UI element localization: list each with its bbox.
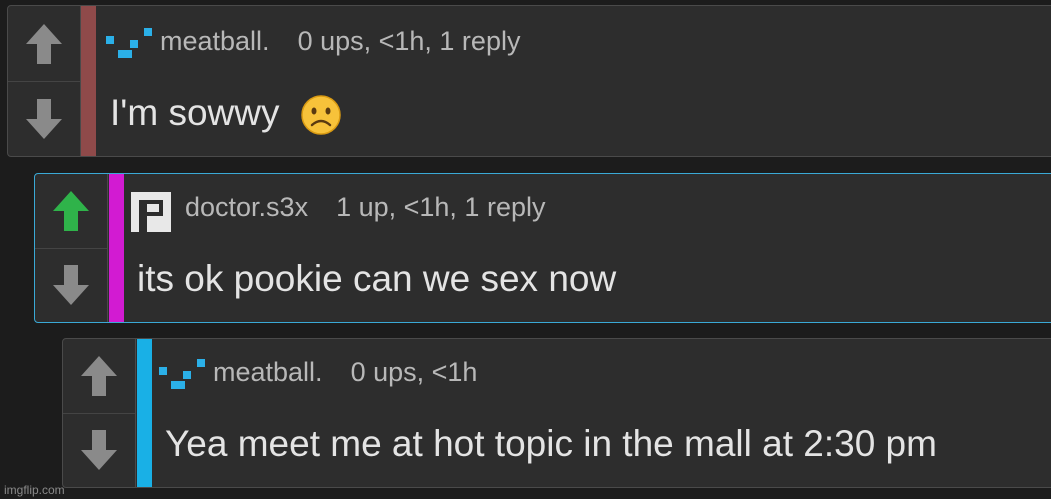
arrow-down-icon xyxy=(81,430,117,470)
downvote-button[interactable] xyxy=(35,248,107,322)
comment-meatball-2: meatball. 0 ups, <1h Yea meet me at hot … xyxy=(62,338,1051,488)
comment-header: meatball. 0 ups, <1h xyxy=(159,357,477,397)
upvote-button[interactable] xyxy=(63,339,135,414)
comment-text: its ok pookie can we sex now xyxy=(137,258,617,299)
comment-meta: 0 ups, <1h, 1 reply xyxy=(297,26,521,56)
comment-meta: 1 up, <1h, 1 reply xyxy=(336,192,546,222)
downvote-button[interactable] xyxy=(63,413,135,487)
arrow-down-icon xyxy=(26,98,62,139)
comment-header: doctor.s3x 1 up, <1h, 1 reply xyxy=(131,192,545,232)
upvote-button[interactable] xyxy=(8,6,80,82)
arrow-up-icon xyxy=(53,191,89,231)
comment-meatball-1: meatball. 0 ups, <1h, 1 reply I'm sowwy xyxy=(7,5,1051,157)
user-avatar-icon[interactable] xyxy=(106,26,152,66)
username[interactable]: doctor.s3x xyxy=(185,192,308,223)
comment-text: I'm sowwy xyxy=(110,92,342,136)
comment-doctor: doctor.s3x 1 up, <1h, 1 reply its ok poo… xyxy=(34,173,1051,323)
user-avatar-icon[interactable] xyxy=(131,192,177,232)
comment-text-content: I'm sowwy xyxy=(110,92,280,133)
upvote-button[interactable] xyxy=(35,174,107,249)
arrow-up-icon xyxy=(81,356,117,396)
frowning-face-icon xyxy=(301,95,341,135)
comment-thread-stripe xyxy=(81,6,96,156)
arrow-down-icon xyxy=(53,265,89,305)
username[interactable]: meatball. xyxy=(213,357,323,388)
arrow-up-icon xyxy=(26,23,62,64)
comment-meta: 0 ups, <1h xyxy=(350,357,478,387)
user-avatar-icon[interactable] xyxy=(159,357,205,397)
comment-header: meatball. 0 ups, <1h, 1 reply xyxy=(106,26,520,66)
vote-column xyxy=(63,339,136,487)
comment-thread-stripe xyxy=(109,174,124,322)
imgflip-watermark: imgflip.com xyxy=(4,483,65,497)
username[interactable]: meatball. xyxy=(160,26,270,57)
downvote-button[interactable] xyxy=(8,81,80,156)
vote-column xyxy=(8,6,81,156)
comment-text: Yea meet me at hot topic in the mall at … xyxy=(165,423,937,464)
vote-column xyxy=(35,174,108,322)
comment-thread-stripe xyxy=(137,339,152,487)
